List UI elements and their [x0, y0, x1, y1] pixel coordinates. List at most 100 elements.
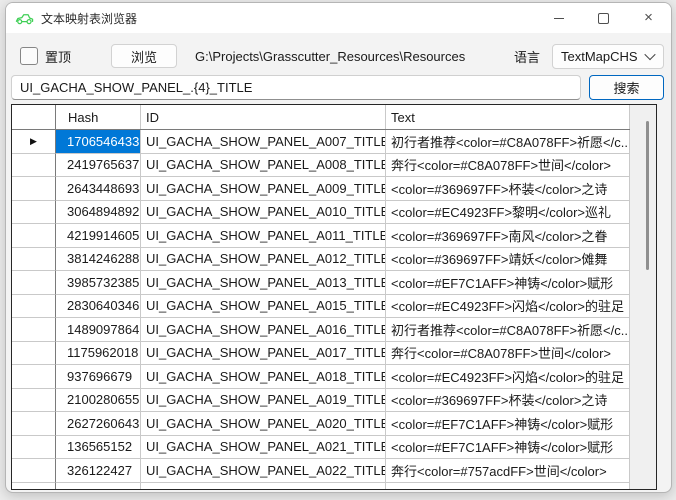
cell-id[interactable]: UI_GACHA_SHOW_PANEL_A007_TITLE	[141, 130, 386, 154]
table-row[interactable]: 4219914605UI_GACHA_SHOW_PANEL_A011_TITLE…	[12, 224, 656, 248]
column-header-text[interactable]: Text	[386, 105, 630, 129]
cell-hash[interactable]: 2100280655	[56, 389, 141, 413]
cell-hash[interactable]: 3985732385	[56, 271, 141, 295]
row-header[interactable]	[12, 271, 56, 295]
search-input[interactable]	[11, 75, 581, 100]
row-header[interactable]	[12, 154, 56, 178]
cell-hash[interactable]: 2830640346	[56, 295, 141, 319]
cell-id[interactable]: UI_GACHA_SHOW_PANEL_A011_TITLE	[141, 224, 386, 248]
cell-text[interactable]: <color=#EC4923FF>黎明</color>巡礼	[386, 201, 630, 225]
table-row[interactable]: 1489097864UI_GACHA_SHOW_PANEL_A016_TITLE…	[12, 318, 656, 342]
row-header[interactable]	[12, 436, 56, 460]
table-row[interactable]: 3064894892UI_GACHA_SHOW_PANEL_A010_TITLE…	[12, 201, 656, 225]
app-icon	[15, 10, 34, 26]
table-row[interactable]: 2419765637UI_GACHA_SHOW_PANEL_A008_TITLE…	[12, 154, 656, 178]
minimize-button[interactable]	[536, 3, 581, 33]
cell-text[interactable]: <color=#EC4923FF>闪焰</color>的驻足	[386, 365, 630, 389]
cell-text[interactable]: <color=#EF7C1AFF>神铸</color>赋形	[386, 271, 630, 295]
cell-hash[interactable]: 3814246288	[56, 248, 141, 272]
cell-hash[interactable]: 1706546433	[56, 130, 141, 154]
cell-id[interactable]: UI_GACHA_SHOW_PANEL_A010_TITLE	[141, 201, 386, 225]
cell-text[interactable]: 奔行<color=#757acdFF>世间</color>	[386, 459, 630, 483]
vertical-scrollbar[interactable]	[630, 105, 656, 489]
close-button[interactable]: ×	[626, 3, 671, 33]
cell-id[interactable]: UI_GACHA_SHOW_PANEL_A016_TITLE	[141, 318, 386, 342]
cell-text[interactable]: <color=#369697FF>南风</color>之眷	[386, 224, 630, 248]
cell-id[interactable]: UI_GACHA_SHOW_PANEL_A019_TITLE	[141, 389, 386, 413]
cell-text[interactable]: <color=#369697FF>杯装</color>之诗	[386, 389, 630, 413]
row-header[interactable]	[12, 389, 56, 413]
cell-hash[interactable]: 937696679	[56, 365, 141, 389]
row-header[interactable]	[12, 201, 56, 225]
cell-id[interactable]: UI_GACHA_SHOW_PANEL_A013_TITLE	[141, 271, 386, 295]
row-header[interactable]	[12, 365, 56, 389]
cell-hash[interactable]: 2419765637	[56, 154, 141, 178]
table-row[interactable]: 326122427UI_GACHA_SHOW_PANEL_A022_TITLE奔…	[12, 459, 656, 483]
cell-id[interactable]: UI_GACHA_SHOW_PANEL_A017_TITLE	[141, 342, 386, 366]
table-row[interactable]: 2100280655UI_GACHA_SHOW_PANEL_A019_TITLE…	[12, 389, 656, 413]
cell-hash[interactable]: 3064894892	[56, 201, 141, 225]
cell-text[interactable]: 奔行<color=#C8A078FF>世间</color>	[386, 154, 630, 178]
cell-hash[interactable]	[56, 483, 141, 491]
column-header-id[interactable]: ID	[141, 105, 386, 129]
table-row[interactable]: 2643448693UI_GACHA_SHOW_PANEL_A009_TITLE…	[12, 177, 656, 201]
cell-text[interactable]	[386, 483, 630, 491]
cell-hash[interactable]: 136565152	[56, 436, 141, 460]
column-header-hash[interactable]: Hash	[56, 105, 141, 129]
cell-text[interactable]: 初行者推荐<color=#C8A078FF>祈愿</c...	[386, 318, 630, 342]
pin-on-top-checkbox[interactable]	[20, 47, 38, 65]
cell-hash[interactable]: 2627260643	[56, 412, 141, 436]
row-header[interactable]: ▶	[12, 130, 56, 154]
table-row[interactable]: 3814246288UI_GACHA_SHOW_PANEL_A012_TITLE…	[12, 248, 656, 272]
maximize-button[interactable]	[581, 3, 626, 33]
cell-id[interactable]: UI_GACHA_SHOW_PANEL_A015_TITLE	[141, 295, 386, 319]
cell-hash[interactable]: 2643448693	[56, 177, 141, 201]
table-row[interactable]: 937696679UI_GACHA_SHOW_PANEL_A018_TITLE<…	[12, 365, 656, 389]
cell-id[interactable]: UI_GACHA_SHOW_PANEL_A012_TITLE	[141, 248, 386, 272]
cell-text[interactable]: <color=#369697FF>杯装</color>之诗	[386, 177, 630, 201]
table-row[interactable]: ▶ 1706546433UI_GACHA_SHOW_PANEL_A007_TITL…	[12, 130, 656, 154]
table-row[interactable]: 136565152UI_GACHA_SHOW_PANEL_A021_TITLE<…	[12, 436, 656, 460]
row-header[interactable]	[12, 295, 56, 319]
table-row-partial[interactable]	[12, 483, 656, 491]
cell-id[interactable]: UI_GACHA_SHOW_PANEL_A008_TITLE	[141, 154, 386, 178]
cell-text[interactable]: 初行者推荐<color=#C8A078FF>祈愿</c...	[386, 130, 630, 154]
title-bar: 文本映射表浏览器 ×	[6, 3, 671, 33]
row-header-column[interactable]	[12, 105, 56, 129]
scrollbar-thumb[interactable]	[646, 121, 649, 270]
cell-text[interactable]: <color=#EF7C1AFF>神铸</color>赋形	[386, 436, 630, 460]
cell-hash[interactable]: 4219914605	[56, 224, 141, 248]
cell-hash[interactable]: 326122427	[56, 459, 141, 483]
cell-id[interactable]: UI_GACHA_SHOW_PANEL_A022_TITLE	[141, 459, 386, 483]
search-button[interactable]: 搜索	[589, 75, 664, 100]
table-row[interactable]: 2830640346UI_GACHA_SHOW_PANEL_A015_TITLE…	[12, 295, 656, 319]
cell-text[interactable]: <color=#EF7C1AFF>神铸</color>赋形	[386, 412, 630, 436]
row-header[interactable]	[12, 412, 56, 436]
row-header[interactable]	[12, 483, 56, 491]
row-header[interactable]	[12, 224, 56, 248]
language-select[interactable]: TextMapCHS	[552, 44, 664, 69]
cell-id[interactable]	[141, 483, 386, 491]
cell-id[interactable]: UI_GACHA_SHOW_PANEL_A009_TITLE	[141, 177, 386, 201]
current-row-marker-icon: ▶	[30, 137, 37, 146]
cell-text[interactable]: 奔行<color=#C8A078FF>世间</color>	[386, 342, 630, 366]
table-row[interactable]: 3985732385UI_GACHA_SHOW_PANEL_A013_TITLE…	[12, 271, 656, 295]
cell-hash[interactable]: 1175962018	[56, 342, 141, 366]
row-header[interactable]	[12, 342, 56, 366]
cell-id[interactable]: UI_GACHA_SHOW_PANEL_A020_TITLE	[141, 412, 386, 436]
cell-id[interactable]: UI_GACHA_SHOW_PANEL_A018_TITLE	[141, 365, 386, 389]
row-header[interactable]	[12, 318, 56, 342]
table-row[interactable]: 1175962018UI_GACHA_SHOW_PANEL_A017_TITLE…	[12, 342, 656, 366]
search-row: 搜索	[11, 75, 664, 100]
row-header[interactable]	[12, 177, 56, 201]
table-row[interactable]: 2627260643UI_GACHA_SHOW_PANEL_A020_TITLE…	[12, 412, 656, 436]
cell-hash[interactable]: 1489097864	[56, 318, 141, 342]
row-header[interactable]	[12, 248, 56, 272]
grid-body: ▶ 1706546433UI_GACHA_SHOW_PANEL_A007_TITL…	[12, 130, 656, 490]
cell-text[interactable]: <color=#369697FF>靖妖</color>傩舞	[386, 248, 630, 272]
browse-button[interactable]: 浏览	[111, 44, 177, 68]
close-icon: ×	[644, 10, 653, 25]
cell-text[interactable]: <color=#EC4923FF>闪焰</color>的驻足	[386, 295, 630, 319]
row-header[interactable]	[12, 459, 56, 483]
cell-id[interactable]: UI_GACHA_SHOW_PANEL_A021_TITLE	[141, 436, 386, 460]
